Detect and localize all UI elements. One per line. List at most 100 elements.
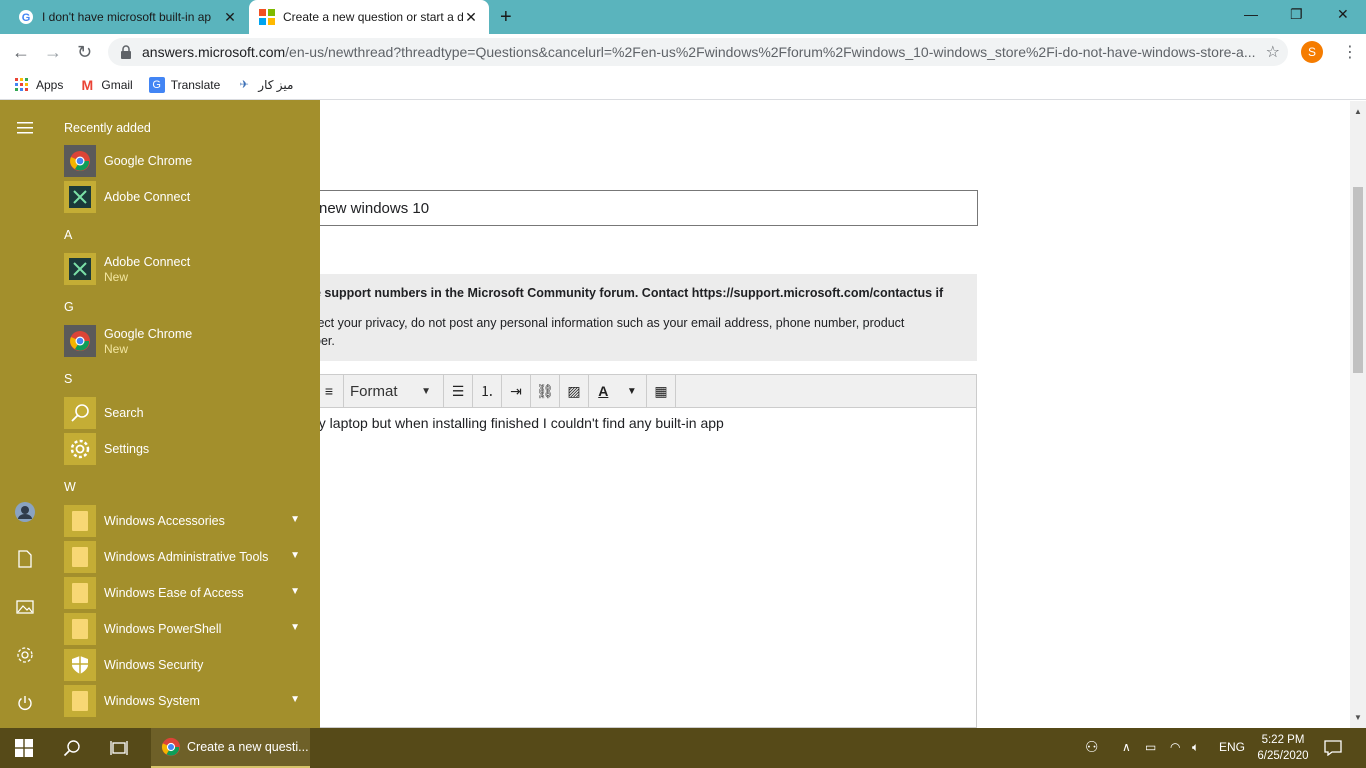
url-text: answers.microsoft.com/en-us/newthread?th… <box>142 44 1256 60</box>
scroll-down-icon[interactable]: ▼ <box>1354 713 1362 722</box>
indent-icon[interactable]: ⇥ <box>502 375 531 407</box>
group-letter[interactable]: S <box>64 372 72 386</box>
question-title-input[interactable]: new windows 10 <box>300 190 978 226</box>
windows-start-icon[interactable] <box>13 737 35 759</box>
wifi-icon[interactable]: ◠ <box>1170 740 1180 754</box>
start-item-adobe-connect-new[interactable]: Adobe Connect New <box>64 251 310 287</box>
chevron-down-icon: ▼ <box>290 622 300 633</box>
microsoft-icon <box>259 9 275 25</box>
bullet-list-icon[interactable]: ☰ <box>444 375 473 407</box>
shield-icon <box>64 649 96 681</box>
start-item-windows-powershell[interactable]: Windows PowerShell ▼ <box>64 612 310 646</box>
editor-toolbar: ≡ ≡ Format▼ ☰ ⒈ ⇥ ⛓ ▨ A▼ ▦ <box>300 374 977 408</box>
start-rail <box>0 100 50 728</box>
chevron-up-icon[interactable]: ∧ <box>1122 740 1131 754</box>
start-item-adobe-connect[interactable]: Adobe Connect <box>64 180 310 214</box>
start-item-windows-administrative-tools[interactable]: Windows Administrative Tools ▼ <box>64 540 310 574</box>
notifications-icon[interactable] <box>1322 737 1344 759</box>
language-indicator[interactable]: ENG <box>1219 740 1245 754</box>
search-icon <box>64 397 96 429</box>
taskbar: Create a new questi... ⚇ ∧ ▭ ◠ 🔈︎ ENG 5:… <box>0 728 1366 768</box>
pictures-icon[interactable] <box>14 596 36 618</box>
google-icon: G <box>19 10 33 24</box>
user-avatar-icon[interactable] <box>14 501 36 523</box>
people-icon[interactable]: ⚇ <box>1085 738 1098 756</box>
browser-menu-icon[interactable]: ⋮ <box>1342 42 1358 62</box>
lock-icon <box>121 45 131 59</box>
power-icon[interactable] <box>14 692 36 714</box>
forward-icon[interactable]: → <box>44 42 62 63</box>
group-letter[interactable]: W <box>64 480 76 494</box>
system-clock[interactable]: 5:22 PM 6/25/2020 <box>1252 732 1314 764</box>
chevron-down-icon: ▼ <box>290 586 300 597</box>
notice-box: e support numbers in the Microsoft Commu… <box>300 274 977 361</box>
reload-icon[interactable]: ↻ <box>77 42 92 63</box>
search-icon[interactable] <box>61 737 83 759</box>
close-tab-icon[interactable]: ✕ <box>222 9 238 26</box>
editor-body[interactable]: ny laptop but when installing finished I… <box>300 407 977 728</box>
chevron-down-icon: ▼ <box>290 514 300 525</box>
folder-icon <box>64 685 96 717</box>
browser-toolbar: ← → ↻ answers.microsoft.com/en-us/newthr… <box>0 34 1366 70</box>
link-icon[interactable]: ⛓ <box>531 375 560 407</box>
volume-icon[interactable]: 🔈︎ <box>1192 740 1199 755</box>
tab-active[interactable]: Create a new question or start a d ✕ <box>249 0 489 34</box>
start-item-google-chrome[interactable]: Google Chrome <box>64 144 310 178</box>
bookmark-gmail[interactable]: M Gmail <box>79 77 133 93</box>
folder-icon <box>64 577 96 609</box>
scroll-thumb[interactable] <box>1353 187 1363 373</box>
start-item-search[interactable]: Search <box>64 396 310 430</box>
table-icon[interactable]: ▦ <box>647 375 676 407</box>
chevron-down-icon: ▼ <box>290 550 300 561</box>
notice-line: e support numbers in the Microsoft Commu… <box>314 286 944 300</box>
scroll-up-icon[interactable]: ▲ <box>1354 107 1362 116</box>
chevron-down-icon: ▼ <box>290 694 300 705</box>
start-item-windows-ease-of-access[interactable]: Windows Ease of Access ▼ <box>64 576 310 610</box>
numbered-list-icon[interactable]: ⒈ <box>473 375 502 407</box>
page-scrollbar[interactable]: ▲ ▼ <box>1350 101 1366 728</box>
group-letter[interactable]: G <box>64 300 74 314</box>
task-view-icon[interactable] <box>108 737 130 759</box>
close-tab-icon[interactable]: ✕ <box>463 9 479 26</box>
folder-icon <box>64 505 96 537</box>
bookmarks-bar: Apps M Gmail G Translate ✈ میز کار <box>0 70 1366 100</box>
tab-title: Create a new question or start a d <box>283 10 463 24</box>
start-item-windows-accessories[interactable]: Windows Accessories ▼ <box>64 504 310 538</box>
adobe-connect-icon <box>64 253 96 285</box>
format-dropdown[interactable]: Format ▼ <box>344 375 444 407</box>
close-window-icon[interactable]: ✕ <box>1337 6 1349 23</box>
browser-tab-strip: G I don't have microsoft built-in ap ✕ C… <box>0 0 1366 34</box>
tab-inactive[interactable]: G I don't have microsoft built-in ap ✕ <box>8 0 248 34</box>
start-item-windows-system[interactable]: Windows System ▼ <box>64 684 310 718</box>
group-letter[interactable]: A <box>64 228 72 242</box>
notice-line: ber. <box>314 334 335 348</box>
profile-avatar[interactable]: S <box>1301 41 1323 63</box>
start-item-windows-security[interactable]: Windows Security <box>64 648 310 682</box>
new-tab-icon[interactable]: + <box>500 6 512 29</box>
bookmark-desktop[interactable]: ✈ میز کار <box>236 77 294 93</box>
image-icon[interactable]: ▨ <box>560 375 589 407</box>
translate-icon: G <box>148 76 165 93</box>
settings-icon <box>64 433 96 465</box>
adobe-connect-icon <box>64 181 96 213</box>
bookmark-site-icon: ✈ <box>239 79 249 91</box>
hamburger-icon[interactable] <box>14 117 36 139</box>
documents-icon[interactable] <box>14 548 36 570</box>
bookmark-star-icon[interactable]: ☆ <box>1266 42 1280 62</box>
bookmark-translate[interactable]: G Translate <box>148 76 220 93</box>
back-icon[interactable]: ← <box>12 42 30 63</box>
bookmark-apps[interactable]: Apps <box>14 77 63 93</box>
start-item-settings[interactable]: Settings <box>64 432 310 466</box>
taskbar-chrome-app[interactable]: Create a new questi... <box>151 728 310 768</box>
minimize-icon[interactable]: — <box>1244 6 1258 22</box>
restore-icon[interactable]: ❐ <box>1290 6 1303 23</box>
chrome-icon <box>161 737 181 757</box>
start-menu: Recently added Google Chrome Adobe Conne… <box>0 100 320 728</box>
apps-grid-icon <box>15 77 28 91</box>
settings-gear-icon[interactable] <box>14 644 36 666</box>
battery-icon[interactable]: ▭ <box>1145 740 1156 754</box>
start-item-google-chrome-new[interactable]: Google Chrome New <box>64 323 310 359</box>
address-bar[interactable]: answers.microsoft.com/en-us/newthread?th… <box>108 38 1288 66</box>
font-color-icon[interactable]: A ▼ <box>589 375 647 407</box>
chrome-icon <box>64 325 96 357</box>
